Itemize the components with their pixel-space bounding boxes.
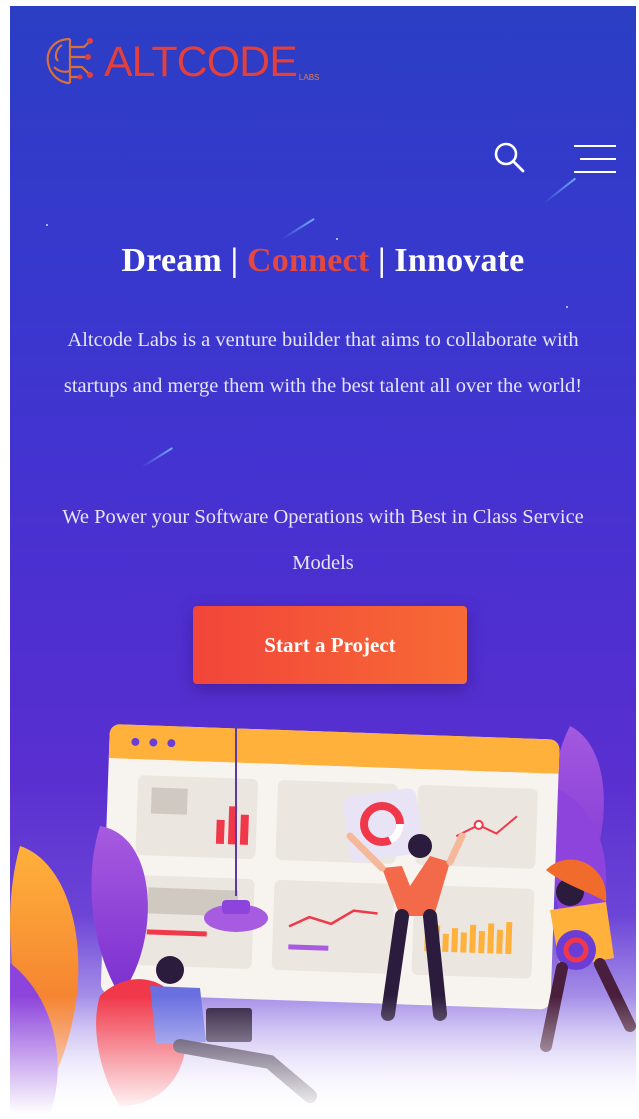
hero-description: Altcode Labs is a venture builder that a… — [63, 329, 583, 397]
dashboard-team-illustration — [10, 724, 636, 1114]
brand-logo[interactable]: ALTCODE LABS — [40, 26, 319, 98]
menu-button[interactable] — [570, 142, 620, 178]
circuit-brain-icon — [46, 37, 93, 85]
star-dot — [566, 306, 568, 308]
star-dot — [46, 224, 48, 226]
headline-connect: Connect — [247, 242, 370, 279]
light-streak — [281, 218, 315, 240]
star-dot — [336, 238, 338, 240]
search-icon — [494, 142, 525, 173]
light-streak — [543, 177, 577, 204]
brand-name: ALTCODE — [104, 37, 298, 86]
hamburger-menu-icon — [574, 145, 616, 173]
brand-sub: LABS — [298, 73, 320, 82]
headline-innovate: | Innovate — [369, 242, 525, 279]
hero-section: ALTCODE LABS Dream | Connect | Innovate … — [10, 6, 636, 1114]
headline-dream: Dream | — [121, 242, 248, 279]
light-streak — [141, 447, 174, 468]
start-project-button[interactable]: Start a Project — [193, 606, 467, 684]
hero-headline: Dream | Connect | Innovate — [10, 242, 636, 280]
search-button[interactable] — [490, 138, 530, 178]
hero-tagline: We Power your Software Operations with B… — [62, 506, 584, 574]
